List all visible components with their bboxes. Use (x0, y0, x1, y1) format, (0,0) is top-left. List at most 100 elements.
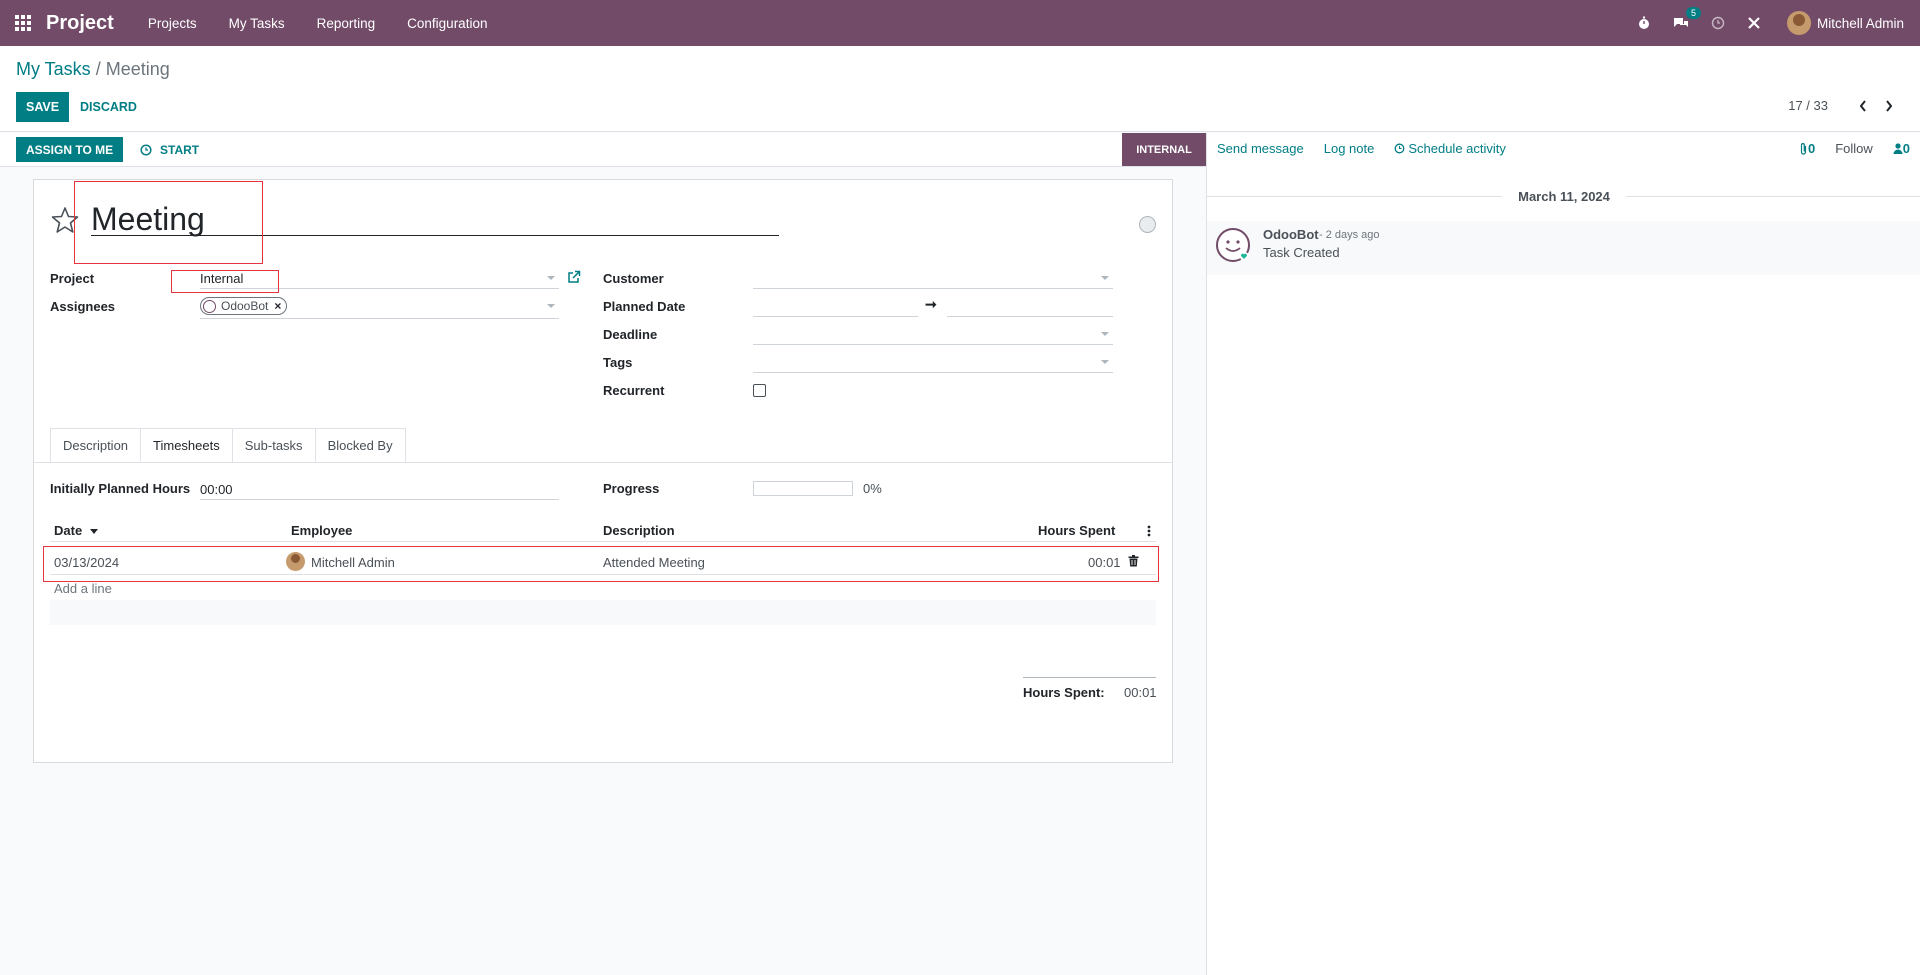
planned-date-label: Planned Date (603, 299, 686, 314)
menu-reporting[interactable]: Reporting (317, 16, 376, 31)
row-description[interactable]: Attended Meeting (603, 555, 705, 570)
message-author[interactable]: OdooBot (1263, 227, 1319, 242)
employee-avatar (286, 552, 305, 571)
planned-date-start-field[interactable] (753, 297, 918, 317)
tags-dropdown-icon[interactable] (1101, 360, 1109, 364)
notebook-tabs: Description Timesheets Sub-tasks Blocked… (50, 428, 406, 462)
apps-menu-icon[interactable] (0, 0, 46, 46)
discard-button[interactable]: DISCARD (80, 92, 137, 122)
project-label: Project (50, 271, 95, 286)
chatter-panel: Send message Log note Schedule activity … (1206, 133, 1920, 975)
pager-previous-icon[interactable] (1854, 99, 1872, 112)
planned-date-end-field[interactable] (947, 297, 1113, 317)
user-icon (1893, 143, 1903, 154)
followers-count: 0 (1902, 141, 1910, 156)
row-hours[interactable]: 00:01 (1088, 555, 1121, 570)
tab-description[interactable]: Description (50, 428, 142, 462)
odoobot-avatar-icon[interactable] (1215, 227, 1251, 266)
sort-desc-icon (89, 529, 98, 534)
tab-blocked-by[interactable]: Blocked By (314, 428, 406, 462)
row-date[interactable]: 03/13/2024 (54, 555, 119, 570)
log-note-button[interactable]: Log note (1324, 141, 1375, 156)
column-description[interactable]: Description (603, 523, 675, 538)
assignee-name: OdooBot (221, 299, 269, 313)
clock-icon (140, 143, 152, 156)
trash-icon[interactable] (1128, 555, 1139, 570)
menu-projects[interactable]: Projects (148, 16, 197, 31)
table-row[interactable]: 03/13/2024 Mitchell Admin Attended Meeti… (50, 549, 1156, 575)
activity-clock-icon[interactable] (1711, 16, 1725, 30)
recurrent-checkbox[interactable] (753, 384, 766, 397)
row-employee[interactable]: Mitchell Admin (311, 555, 395, 570)
total-hours-value: 00:01 (1124, 685, 1157, 700)
assignee-tag: OdooBot × (200, 297, 288, 315)
column-options-icon[interactable] (1147, 525, 1151, 540)
pager-value[interactable]: 17 / 33 (1788, 98, 1828, 113)
task-title-input[interactable]: Meeting (91, 202, 779, 236)
message-time: - 2 days ago (1319, 229, 1380, 241)
deadline-dropdown-icon[interactable] (1101, 332, 1109, 336)
customer-field[interactable] (753, 269, 1113, 289)
project-dropdown-icon[interactable] (547, 276, 555, 280)
project-field[interactable]: Internal (200, 269, 559, 289)
odoobot-avatar-icon (203, 299, 216, 313)
schedule-activity-button[interactable]: Schedule activity (1394, 141, 1506, 156)
breadcrumb-current: Meeting (105, 59, 170, 79)
attachments-button[interactable]: 0 (1799, 141, 1815, 156)
totals-divider (1023, 677, 1156, 678)
empty-table-row (50, 600, 1156, 625)
external-link-icon[interactable] (567, 270, 581, 287)
assignees-dropdown-icon[interactable] (547, 304, 555, 308)
column-date-label: Date (54, 523, 83, 538)
start-timer-button[interactable]: START (140, 137, 199, 162)
assignees-field[interactable]: OdooBot × (200, 297, 559, 319)
menu-my-tasks[interactable]: My Tasks (229, 16, 285, 31)
column-employee[interactable]: Employee (291, 523, 352, 538)
assign-to-me-button[interactable]: ASSIGN TO ME (16, 137, 124, 162)
customer-label: Customer (603, 271, 664, 286)
deadline-field[interactable] (753, 325, 1113, 345)
deadline-label: Deadline (603, 327, 658, 342)
attachments-count: 0 (1807, 141, 1816, 156)
tools-icon[interactable] (1747, 16, 1761, 30)
send-message-button[interactable]: Send message (1217, 141, 1304, 156)
breadcrumb: My Tasks / Meeting (16, 59, 170, 80)
tabs-divider (34, 462, 1173, 463)
breadcrumb-parent[interactable]: My Tasks (16, 59, 91, 79)
user-name[interactable]: Mitchell Admin (1817, 16, 1904, 31)
stage-internal[interactable]: INTERNAL (1122, 133, 1206, 166)
task-form-sheet: Meeting Project Internal Assignees OdooB… (33, 179, 1173, 763)
pager-next-icon[interactable] (1880, 99, 1898, 112)
chatter-date-separator: March 11, 2024 (1207, 188, 1920, 204)
app-name[interactable]: Project (46, 12, 114, 35)
control-panel: My Tasks / Meeting SAVE DISCARD 17 / 33 (0, 46, 1920, 132)
menu-configuration[interactable]: Configuration (407, 16, 487, 31)
planned-hours-input[interactable]: 00:00 (200, 480, 559, 500)
save-button[interactable]: SAVE (16, 92, 70, 122)
tab-timesheets[interactable]: Timesheets (140, 428, 233, 462)
schedule-activity-label: Schedule activity (1408, 141, 1506, 156)
message-body: Task Created (1263, 245, 1340, 260)
tags-field[interactable] (753, 353, 1113, 373)
planned-hours-value: 00:00 (200, 482, 233, 497)
paperclip-icon (1800, 142, 1807, 155)
followers-button[interactable]: 0 (1893, 141, 1910, 156)
kanban-state-icon[interactable] (1139, 216, 1156, 233)
table-header-divider (50, 541, 1156, 542)
messages-icon[interactable]: 5 (1673, 7, 1701, 30)
user-avatar[interactable] (1786, 11, 1811, 35)
add-line-link[interactable]: Add a line (54, 581, 112, 596)
start-label: START (160, 142, 200, 157)
breadcrumb-separator: / (95, 59, 101, 79)
remove-tag-icon[interactable]: × (274, 299, 281, 313)
stopwatch-icon[interactable] (1637, 16, 1651, 30)
follow-button[interactable]: Follow (1835, 141, 1873, 156)
tab-sub-tasks[interactable]: Sub-tasks (231, 428, 316, 462)
column-hours-spent[interactable]: Hours Spent (1038, 523, 1115, 538)
clock-icon (1394, 143, 1405, 154)
total-hours-label: Hours Spent: (1023, 685, 1105, 700)
date-range-arrow-icon: ➞ (925, 296, 937, 312)
customer-dropdown-icon[interactable] (1101, 276, 1109, 280)
priority-star-icon[interactable] (50, 206, 80, 237)
column-date[interactable]: Date (54, 523, 98, 538)
